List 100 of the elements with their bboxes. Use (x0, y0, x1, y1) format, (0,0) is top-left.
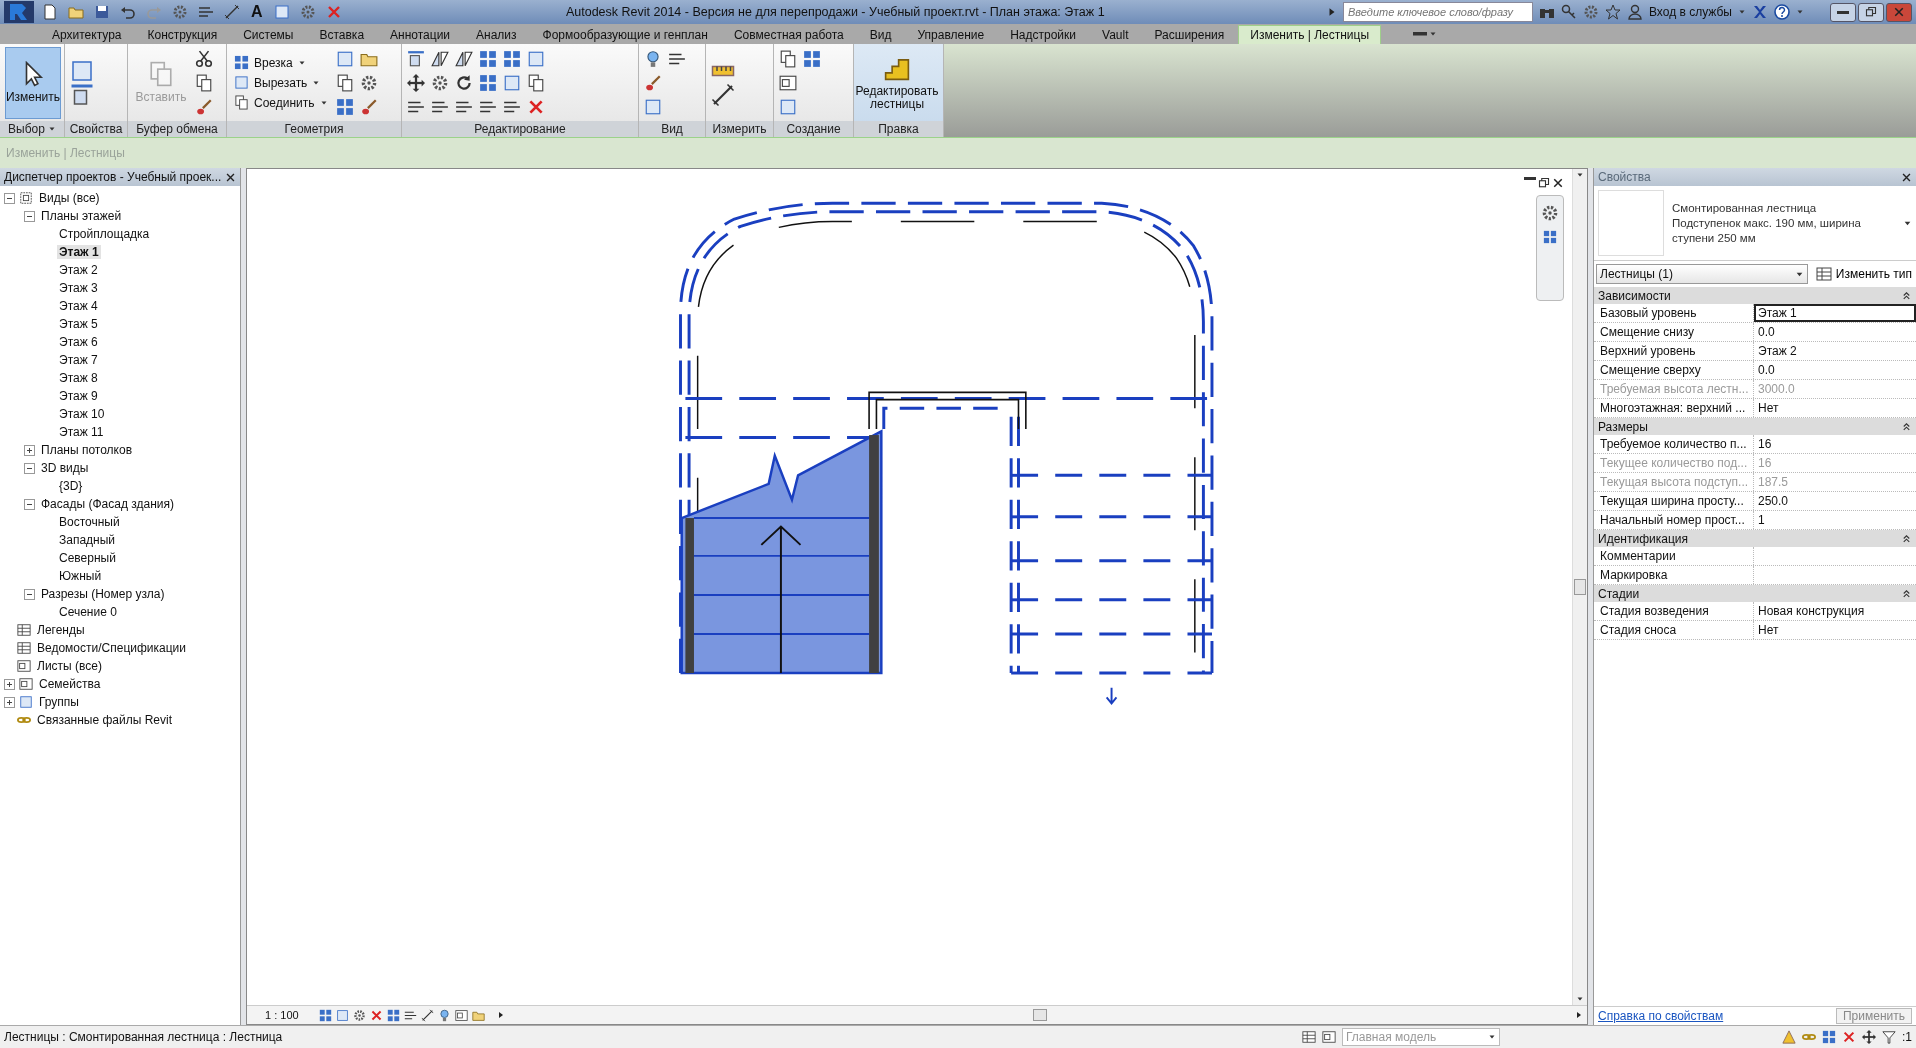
expand-toggle[interactable] (24, 210, 35, 222)
ribbon-tab[interactable]: Vault (1090, 25, 1141, 44)
ribbon-tab[interactable]: Расширения (1142, 25, 1237, 44)
tool-button[interactable] (711, 82, 735, 107)
property-value[interactable]: Новая конструкция (1754, 602, 1916, 620)
property-value[interactable]: 1 (1754, 511, 1916, 529)
property-value[interactable]: 250.0 (1754, 492, 1916, 510)
tree-item[interactable]: Виды (все) (37, 191, 102, 205)
tool-button[interactable] (359, 73, 378, 92)
ribbon-tab[interactable]: Архитектура (40, 25, 134, 44)
view-scale[interactable]: 1 : 100 (265, 1009, 315, 1021)
logo-icon[interactable] (4, 1, 34, 23)
tool-button[interactable] (431, 49, 449, 68)
tool-button[interactable] (407, 49, 425, 68)
property-value[interactable]: Нет (1754, 399, 1916, 417)
restore-button[interactable] (1858, 2, 1884, 22)
tree-item[interactable]: Этаж 1 (57, 245, 101, 259)
ribbon-tab[interactable]: Анализ (464, 25, 529, 44)
view-control-button[interactable] (353, 1008, 366, 1022)
tool-button[interactable] (779, 73, 797, 92)
tree-item[interactable]: {3D} (57, 479, 85, 493)
tree-item[interactable]: Группы (37, 695, 81, 709)
sign-in-link[interactable]: Вход в службы (1649, 5, 1732, 19)
property-value[interactable]: 0.0 (1754, 323, 1916, 341)
expand-toggle[interactable] (24, 462, 35, 474)
text-tool-button[interactable]: A (248, 3, 266, 21)
tree-item[interactable]: Сечение 0 (57, 605, 119, 619)
ribbon-tab[interactable]: Управление (905, 25, 997, 44)
tree-item[interactable]: Планы потолков (39, 443, 134, 457)
tool-button[interactable] (455, 49, 473, 68)
ribbon-tab[interactable]: Вид (857, 25, 904, 44)
tree-item[interactable]: Семейства (37, 677, 103, 691)
tree-item[interactable]: Этаж 2 (57, 263, 100, 277)
toolbar-button[interactable] (196, 4, 216, 20)
tree-item[interactable]: 3D виды (39, 461, 91, 475)
navigation-bar[interactable] (1536, 195, 1564, 301)
ribbon-tab[interactable]: Вставка (307, 25, 377, 44)
tree-item[interactable]: Стройплощадка (57, 227, 152, 241)
tree-item[interactable]: Этаж 8 (57, 371, 100, 385)
group-header[interactable]: Размеры (1598, 419, 1648, 434)
expand-toggle[interactable] (4, 678, 15, 690)
tree-item[interactable]: Этаж 10 (57, 407, 107, 421)
expand-toggle[interactable] (24, 498, 35, 510)
property-value[interactable]: Этаж 2 (1754, 342, 1916, 360)
edit-type-button[interactable]: Изменить тип (1813, 266, 1914, 282)
tree-item[interactable]: Северный (57, 551, 118, 565)
expand-toggle[interactable] (4, 696, 15, 708)
tree-item[interactable]: Ведомости/Спецификации (35, 641, 188, 655)
type-selector[interactable]: Лестницы (1) (1596, 264, 1808, 284)
tree-item[interactable]: Южный (57, 569, 104, 583)
tool-button[interactable] (527, 73, 545, 92)
property-value[interactable]: Этаж 1 (1754, 304, 1916, 322)
expand-toggle[interactable] (24, 588, 35, 600)
tree-item[interactable]: Этаж 11 (57, 425, 106, 439)
ribbon-tab[interactable]: Формообразующие и генплан (530, 25, 720, 44)
property-value[interactable]: Нет (1754, 621, 1916, 639)
tree-item[interactable]: Разрезы (Номер узла) (39, 587, 167, 601)
tree-item[interactable]: Легенды (35, 623, 87, 637)
tree-item[interactable]: Восточный (57, 515, 122, 529)
tool-button[interactable] (195, 49, 213, 68)
ribbon-button[interactable]: Вырезать (232, 74, 330, 91)
property-value[interactable]: 0.0 (1754, 361, 1916, 379)
scrollbar-thumb[interactable] (1033, 1009, 1047, 1021)
ribbon-button[interactable]: Соединить (232, 94, 330, 111)
tool-button[interactable] (779, 49, 797, 68)
tree-item[interactable]: Этаж 7 (57, 353, 100, 367)
ribbon-button[interactable]: Врезка (232, 54, 330, 71)
tool-button[interactable] (644, 49, 662, 68)
expand-toggle[interactable] (24, 444, 35, 456)
tree-item[interactable]: Фасады (Фасад здания) (39, 497, 176, 511)
tree-item[interactable]: Западный (57, 533, 118, 547)
tree-item[interactable]: Этаж 4 (57, 299, 100, 313)
vertical-scrollbar[interactable] (1572, 169, 1587, 1005)
property-value[interactable]: 16 (1754, 435, 1916, 453)
expand-toggle[interactable] (4, 192, 15, 204)
ribbon-button[interactable]: Изменить (5, 46, 61, 119)
tool-button[interactable] (335, 73, 354, 92)
search-field[interactable]: Введите ключевое слово/фразу (1343, 2, 1533, 22)
tool-button[interactable] (455, 73, 473, 92)
ribbon-tab[interactable]: Системы (231, 25, 306, 44)
toolbar-button[interactable] (222, 4, 242, 20)
ribbon-tab[interactable]: Совместная работа (721, 25, 856, 44)
view-control-button[interactable] (455, 1008, 468, 1022)
tree-item[interactable]: Этаж 9 (57, 389, 100, 403)
tree-item[interactable]: Этаж 5 (57, 317, 100, 331)
tree-item[interactable]: Планы этажей (39, 209, 124, 223)
tool-button[interactable] (195, 73, 213, 92)
ribbon-tab[interactable]: Изменить | Лестницы (1238, 25, 1382, 44)
help-link[interactable]: Справка по свойствам (1598, 1009, 1724, 1023)
scrollbar-thumb[interactable] (1574, 579, 1586, 595)
tool-button[interactable] (431, 73, 449, 92)
ribbon-tab[interactable]: Надстройки (998, 25, 1088, 44)
group-header[interactable]: Стадии (1598, 586, 1640, 601)
tree-item[interactable]: Листы (все) (35, 659, 104, 673)
tree-item[interactable]: Связанные файлы Revit (35, 713, 175, 727)
ribbon-tab[interactable]: Конструкция (135, 25, 230, 44)
tool-button[interactable] (407, 73, 425, 92)
ribbon-tab[interactable]: Аннотации (378, 25, 463, 44)
close-button[interactable] (1886, 2, 1912, 22)
tool-button[interactable] (70, 82, 94, 107)
